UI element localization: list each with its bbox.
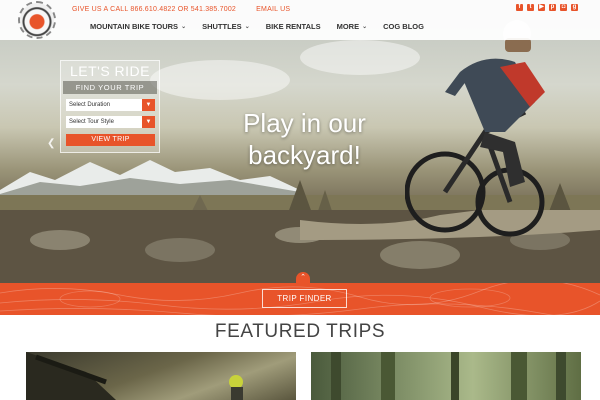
nav-cog-blog[interactable]: COG BLOG	[383, 22, 424, 31]
contact-bar: GIVE US A CALL 866.610.4822 OR 541.385.7…	[72, 6, 308, 13]
nav-label: MOUNTAIN BIKE TOURS	[90, 22, 179, 31]
nav-more[interactable]: MORE ⌄	[337, 22, 368, 31]
tour-style-select-label: Select Tour Style	[69, 119, 114, 125]
cog-wild-logo[interactable]	[20, 3, 54, 37]
chevron-down-icon: ⌄	[362, 24, 368, 30]
tour-style-select[interactable]: Select Tour Style ▼	[66, 116, 155, 128]
main-nav: MOUNTAIN BIKE TOURS ⌄ SHUTTLES ⌄ BIKE RE…	[90, 22, 440, 31]
chevron-up-icon[interactable]: ⌃	[296, 272, 310, 284]
trip-finder-button[interactable]: TRIP FINDER	[262, 289, 347, 308]
chevron-down-icon: ⌄	[244, 24, 250, 30]
chevron-down-icon: ⌄	[181, 24, 187, 30]
facebook-icon[interactable]: f	[516, 4, 523, 11]
email-link[interactable]: EMAIL US	[256, 6, 290, 13]
phone-link[interactable]: GIVE US A CALL 866.610.4822 OR 541.385.7…	[72, 6, 236, 13]
carousel-prev-icon[interactable]: ❮	[47, 138, 55, 149]
youtube-icon[interactable]: ▶	[538, 4, 545, 11]
social-icons: f t ▶ p ◘ g	[516, 4, 578, 11]
duration-select-label: Select Duration	[69, 102, 111, 108]
view-trip-button[interactable]: VIEW TRIP	[66, 134, 155, 146]
featured-trip-image[interactable]	[26, 352, 296, 400]
duration-select[interactable]: Select Duration ▼	[66, 99, 155, 111]
instagram-icon[interactable]: ◘	[560, 4, 567, 11]
pinterest-icon[interactable]: p	[549, 4, 556, 11]
find-trip-title: LET'S RIDE	[69, 63, 151, 79]
chevron-down-icon[interactable]: ▼	[142, 116, 155, 128]
trip-photo-forest	[331, 352, 566, 400]
cloud	[300, 40, 420, 75]
cloud	[150, 60, 290, 100]
trip-photo-riders	[26, 352, 243, 400]
find-trip-subtitle: FIND YOUR TRIP	[63, 81, 157, 94]
hero-tagline: Play in our backyard!	[243, 108, 366, 170]
featured-trips-heading: FEATURED TRIPS	[214, 321, 386, 342]
nav-label: MORE	[336, 22, 360, 31]
chevron-down-icon[interactable]: ▼	[142, 99, 155, 111]
twitter-icon[interactable]: t	[527, 4, 534, 11]
nav-label: SHUTTLES	[202, 22, 242, 31]
site-header: GIVE US A CALL 866.610.4822 OR 541.385.7…	[0, 0, 600, 40]
featured-trip-image[interactable]	[311, 352, 581, 400]
mountain-biker-photo	[405, 20, 545, 237]
nav-shuttles[interactable]: SHUTTLES ⌄	[202, 22, 250, 31]
nav-label: BIKE RENTALS	[265, 22, 321, 31]
nav-mountain-bike-tours[interactable]: MOUNTAIN BIKE TOURS ⌄	[90, 22, 186, 31]
googleplus-icon[interactable]: g	[571, 4, 578, 11]
find-trip-panel: LET'S RIDE FIND YOUR TRIP Select Duratio…	[60, 60, 160, 153]
nav-label: COG BLOG	[383, 22, 424, 31]
nav-bike-rentals[interactable]: BIKE RENTALS	[266, 22, 321, 31]
